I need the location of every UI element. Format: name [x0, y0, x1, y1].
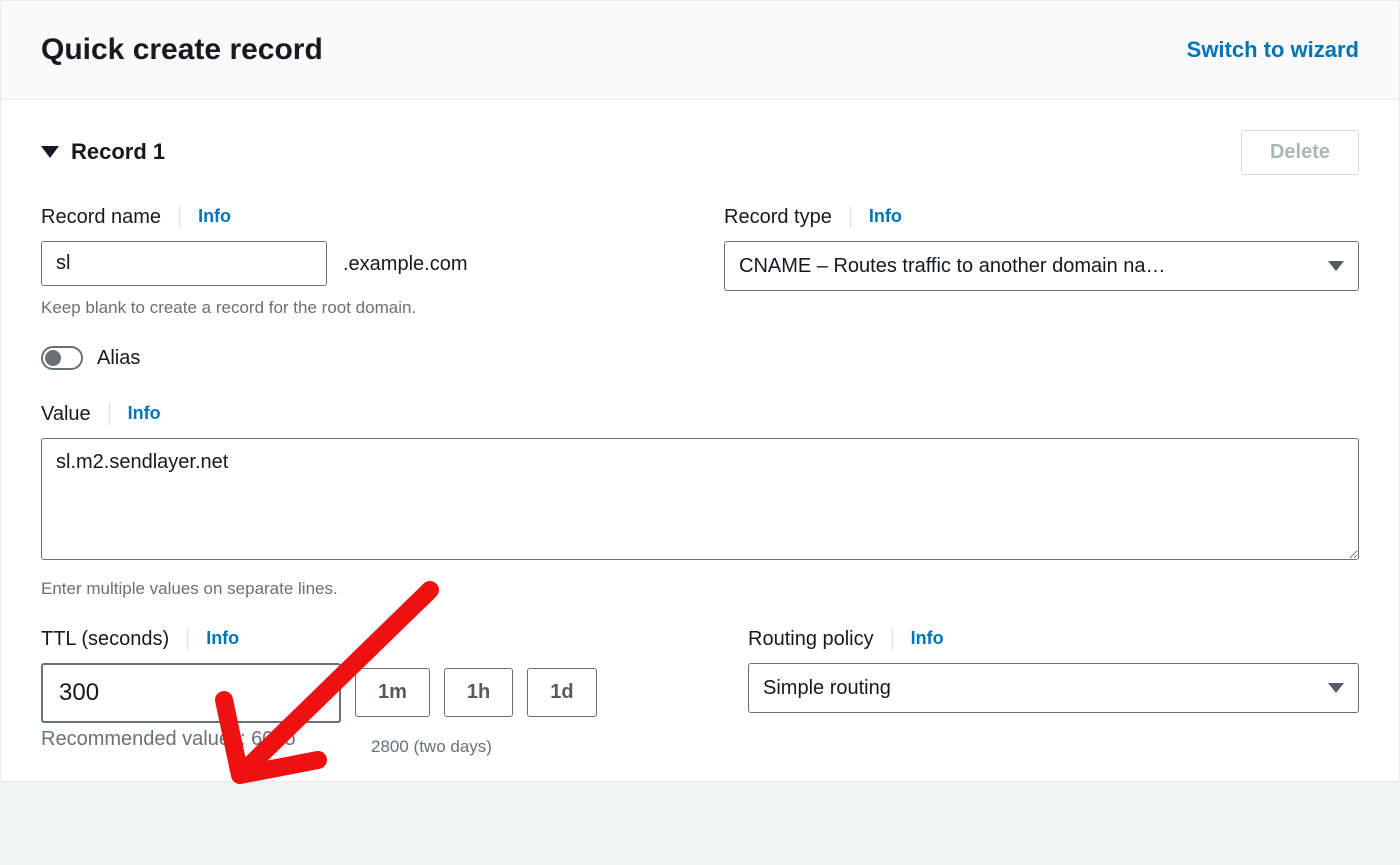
divider	[109, 403, 110, 425]
record-name-field: Record name Info .example.com Keep blank…	[41, 203, 676, 320]
ttl-label: TTL (seconds)	[41, 625, 169, 653]
divider	[850, 206, 851, 228]
ttl-preset-1d[interactable]: 1d	[527, 668, 596, 717]
record-name-label: Record name	[41, 203, 161, 231]
record-name-input[interactable]	[41, 241, 327, 286]
ttl-input[interactable]	[41, 663, 341, 723]
divider	[179, 206, 180, 228]
domain-suffix: .example.com	[343, 250, 468, 278]
routing-policy-selected: Simple routing	[763, 677, 891, 699]
routing-policy-info-link[interactable]: Info	[911, 626, 944, 651]
value-textarea[interactable]	[41, 438, 1359, 560]
value-help: Enter multiple values on separate lines.	[41, 577, 1359, 601]
routing-policy-field: Routing policy Info Simple routing	[748, 625, 1359, 713]
quick-create-record-panel: Quick create record Switch to wizard Rec…	[0, 0, 1400, 782]
switch-to-wizard-link[interactable]: Switch to wizard	[1187, 35, 1359, 66]
routing-policy-label: Routing policy	[748, 625, 874, 653]
page-title: Quick create record	[41, 29, 323, 71]
routing-policy-select[interactable]: Simple routing	[748, 663, 1359, 713]
chevron-down-icon	[1328, 683, 1344, 693]
chevron-down-icon	[1328, 261, 1344, 271]
alias-label: Alias	[97, 344, 140, 372]
delete-button[interactable]: Delete	[1241, 130, 1359, 175]
record-type-info-link[interactable]: Info	[869, 204, 902, 229]
divider	[187, 628, 188, 650]
value-label: Value	[41, 400, 91, 428]
toggle-knob	[45, 350, 61, 366]
ttl-field-group: TTL (seconds) Info 1m 1h 1d 2800 (two da…	[41, 625, 700, 753]
ttl-info-link[interactable]: Info	[206, 626, 239, 651]
alias-toggle-row: Alias	[41, 344, 1359, 372]
record-type-selected: CNAME – Routes traffic to another domain…	[739, 255, 1166, 277]
ttl-range-help-partial: 2800 (two days)	[371, 735, 700, 759]
value-field-group: Value Info Enter multiple values on sepa…	[41, 400, 1359, 601]
record-title: Record 1	[71, 137, 165, 168]
record-type-select[interactable]: CNAME – Routes traffic to another domain…	[724, 241, 1359, 291]
record-name-help: Keep blank to create a record for the ro…	[41, 296, 676, 320]
ttl-preset-1h[interactable]: 1h	[444, 668, 513, 717]
value-info-link[interactable]: Info	[128, 401, 161, 426]
record-type-field: Record type Info CNAME – Routes traffic …	[724, 203, 1359, 320]
panel-header: Quick create record Switch to wizard	[1, 1, 1399, 100]
alias-toggle[interactable]	[41, 346, 83, 370]
ttl-preset-1m[interactable]: 1m	[355, 668, 430, 717]
divider	[892, 628, 893, 650]
record-header: Record 1 Delete	[41, 130, 1359, 175]
caret-down-icon[interactable]	[41, 146, 59, 158]
record-type-label: Record type	[724, 203, 832, 231]
record-name-info-link[interactable]: Info	[198, 204, 231, 229]
